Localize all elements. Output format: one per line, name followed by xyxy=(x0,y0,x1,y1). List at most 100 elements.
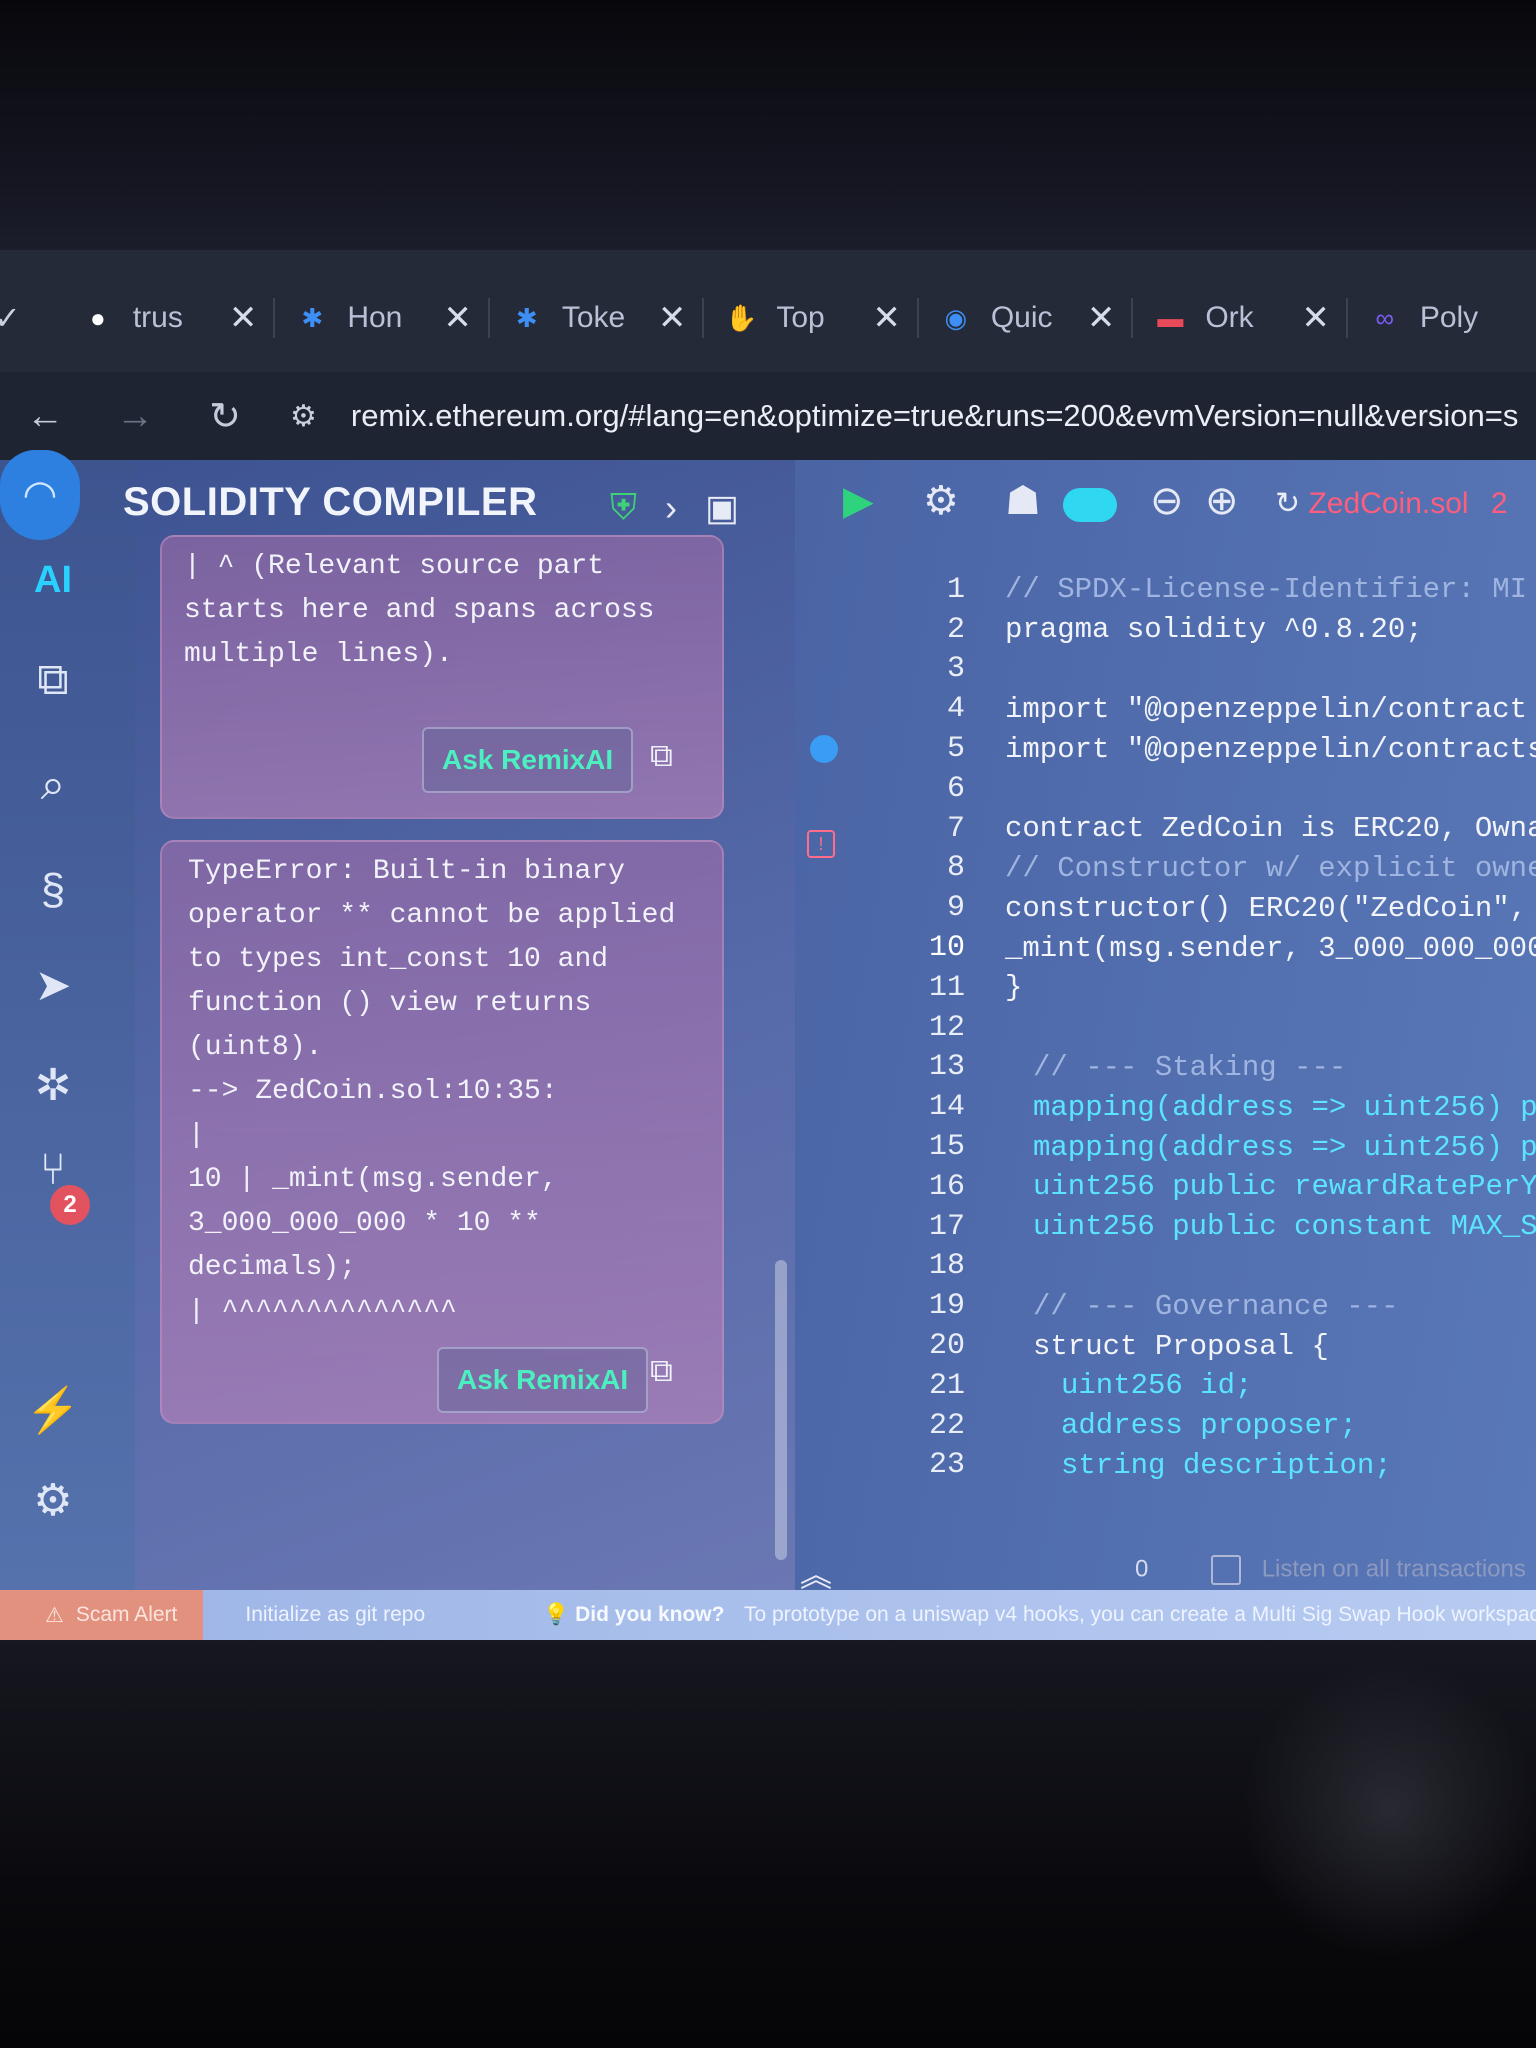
error-line: multiple lines). xyxy=(184,639,453,670)
tab-title: Top xyxy=(776,301,825,334)
code-line[interactable]: 23 string description; xyxy=(865,1446,1536,1486)
quicknode-icon: ◉ xyxy=(944,302,968,333)
file-tab[interactable]: ↻ ZedCoin.sol 2 ✕ xyxy=(1275,482,1536,522)
git-init-link[interactable]: Initialize as git repo xyxy=(245,1603,425,1627)
code-line[interactable]: 1 // SPDX-License-Identifier: MI xyxy=(865,570,1536,610)
close-tab-icon[interactable]: ✕ xyxy=(658,298,687,338)
browser-tab[interactable]: ∞ Poly xyxy=(1348,283,1506,353)
code-line[interactable]: 7 contract ZedCoin is ERC20, Owna xyxy=(865,809,1536,849)
ask-remixai-button[interactable]: Ask RemixAI xyxy=(422,727,634,793)
code-line[interactable]: 2 pragma solidity ^0.8.20; xyxy=(865,610,1536,650)
scam-alert[interactable]: ⚠ Scam Alert xyxy=(0,1590,204,1640)
panel-scrollbar[interactable] xyxy=(775,1260,787,1560)
code-line[interactable]: 19 // --- Governance --- xyxy=(865,1286,1536,1326)
code-text: uint256 public constant MAX_S xyxy=(1033,1210,1536,1244)
plugin-manager-icon[interactable]: ⚡ xyxy=(18,1375,88,1445)
compile-config-icon[interactable]: ⚙ xyxy=(923,478,959,524)
line-number: 9 xyxy=(946,891,965,926)
run-script-icon[interactable]: ▶ xyxy=(843,478,874,524)
line-number: 7 xyxy=(946,811,965,846)
close-tab-icon[interactable]: ✕ xyxy=(1087,298,1116,338)
code-line[interactable]: 18 xyxy=(865,1247,1536,1287)
settings-gear-icon[interactable]: ⚙ xyxy=(18,1465,88,1535)
browser-tab[interactable]: ✱ Toke ✕ xyxy=(490,283,703,353)
copy-icon[interactable]: ⧉ xyxy=(650,737,673,775)
editor-toolbar: ▶ ⚙ ☗ ⊖ ⊕ ↻ ZedCoin.sol 2 ✕ xyxy=(795,460,1536,550)
debugger-icon[interactable]: ✲ xyxy=(18,1050,88,1120)
remix-logo-icon[interactable]: ◠ xyxy=(0,450,80,540)
error-line: 10 | _mint(msg.sender, xyxy=(188,1164,558,1195)
code-text: // --- Staking --- xyxy=(1033,1050,1347,1084)
solidity-compiler-icon[interactable]: § xyxy=(18,855,88,925)
file-tab-name: ZedCoin.sol xyxy=(1308,487,1469,520)
hand-icon: ✋ xyxy=(725,302,758,333)
error-line: operator ** cannot be applied xyxy=(188,900,676,931)
line-number: 11 xyxy=(928,970,965,1005)
code-line[interactable]: 21 uint256 id; xyxy=(865,1366,1536,1406)
tab-search-icon[interactable]: ✓ xyxy=(0,299,21,337)
deploy-run-icon[interactable]: ➤ xyxy=(18,950,88,1020)
zoom-out-icon[interactable]: ⊖ xyxy=(1150,478,1184,524)
zoom-in-icon[interactable]: ⊕ xyxy=(1205,478,1239,524)
browser-tab[interactable]: ◉ Quic ✕ xyxy=(919,283,1132,353)
code-line[interactable]: 3 xyxy=(865,650,1536,690)
code-line[interactable]: 14 mapping(address => uint256) p xyxy=(865,1087,1536,1127)
code-line[interactable]: 6 xyxy=(865,769,1536,809)
error-marker-icon[interactable]: ! xyxy=(807,830,835,858)
close-tab-icon[interactable]: ✕ xyxy=(872,298,901,338)
panel-toggle-icon[interactable]: ▣ xyxy=(705,487,739,529)
ai-copilot-icon[interactable]: ☗ xyxy=(1005,478,1041,524)
code-line[interactable]: 11} xyxy=(865,968,1536,1008)
browser-tab[interactable]: ● trus ✕ xyxy=(61,283,274,353)
ask-remixai-button[interactable]: Ask RemixAI xyxy=(437,1347,649,1413)
code-line[interactable]: 5 import "@openzeppelin/contracts xyxy=(865,729,1536,769)
code-text: mapping(address => uint256) p xyxy=(1033,1130,1536,1164)
url-field[interactable]: ⚙ remix.ethereum.org/#lang=en&optimize=t… xyxy=(290,398,1518,434)
browser-tab[interactable]: ▬ Ork ✕ xyxy=(1133,283,1346,353)
code-line[interactable]: 13 // --- Staking --- xyxy=(865,1048,1536,1088)
panel-title: SOLIDITY COMPILER xyxy=(123,480,538,524)
search-icon[interactable]: ⌕ xyxy=(18,750,88,820)
copilot-toggle[interactable] xyxy=(1063,488,1117,522)
code-line[interactable]: 4 import "@openzeppelin/contract xyxy=(865,689,1536,729)
code-line[interactable]: 9 constructor() ERC20("ZedCoin", xyxy=(865,888,1536,928)
error-message: TypeError: Built-in binary operator ** ca… xyxy=(188,850,675,1334)
browser-tab[interactable]: ✱ Hon ✕ xyxy=(275,283,488,353)
reload-icon[interactable]: ↻ xyxy=(180,394,270,439)
code-line[interactable]: 8 // Constructor w/ explicit owne xyxy=(865,849,1536,889)
browser-tab[interactable]: ✋ Top ✕ xyxy=(704,283,917,353)
code-text: } xyxy=(1005,971,1023,1005)
code-text: pragma solidity ^0.8.20; xyxy=(1005,613,1423,647)
error-line: (uint8). xyxy=(188,1032,323,1063)
orkes-icon: ▬ xyxy=(1157,302,1184,333)
remix-ai-icon[interactable]: AI xyxy=(18,545,88,615)
forward-icon[interactable]: → xyxy=(90,395,180,438)
code-line[interactable]: 12 xyxy=(865,1008,1536,1048)
code-line[interactable]: 22 address proposer; xyxy=(865,1406,1536,1446)
file-explorer-icon[interactable]: ⧉ xyxy=(18,645,88,715)
code-text: // --- Governance --- xyxy=(1033,1289,1399,1323)
site-settings-icon[interactable]: ⚙ xyxy=(290,399,317,434)
file-error-count: 2 xyxy=(1490,487,1508,520)
close-tab-icon[interactable]: ✕ xyxy=(1532,483,1536,521)
code-line[interactable]: 20 struct Proposal { xyxy=(865,1326,1536,1366)
code-line[interactable]: 16 uint256 public rewardRatePerY xyxy=(865,1167,1536,1207)
copy-icon[interactable]: ⧉ xyxy=(650,1352,673,1390)
code-line[interactable]: 17 uint256 public constant MAX_S xyxy=(865,1207,1536,1247)
tab-bar: ✓ ● trus ✕ ✱ Hon ✕ ✱ Toke ✕ ✋ Top ✕ ◉ Quic ✕ ▬ Ork ✕ ∞ Poly xyxy=(0,250,1536,372)
close-tab-icon[interactable]: ✕ xyxy=(443,298,472,338)
chevron-right-icon[interactable]: › xyxy=(665,487,677,529)
shield-icon[interactable]: ⛨ xyxy=(610,486,637,529)
remix-ide: ◠ AI ⧉ ⌕ § 2 ➤ ✲ ⑂ ⚡ ⚙ SOLIDITY COMPILER… xyxy=(0,450,1536,1640)
close-tab-icon[interactable]: ✕ xyxy=(229,298,258,338)
back-icon[interactable]: ← xyxy=(0,395,90,438)
close-tab-icon[interactable]: ✕ xyxy=(1301,298,1330,338)
sync-icon: ↻ xyxy=(1275,487,1301,520)
git-icon[interactable]: ⑂ xyxy=(18,1135,88,1205)
code-line[interactable]: 10 _mint(msg.sender, 3_000_000_000 xyxy=(865,928,1536,968)
listen-checkbox[interactable] xyxy=(1211,1555,1242,1585)
breakpoint-marker[interactable] xyxy=(810,735,838,763)
code-lines[interactable]: 1 // SPDX-License-Identifier: MI 2 pragma s… xyxy=(865,570,1536,1485)
tab-title: Poly xyxy=(1419,301,1479,334)
code-line[interactable]: 15 mapping(address => uint256) p xyxy=(865,1127,1536,1167)
